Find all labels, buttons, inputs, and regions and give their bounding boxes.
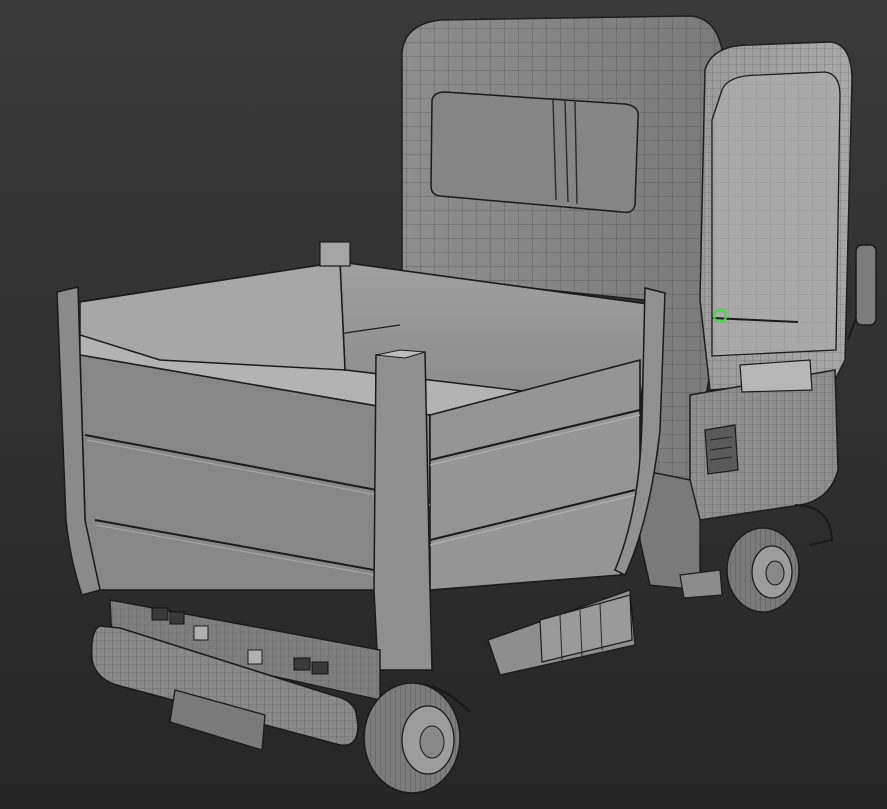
truck-render [0, 0, 887, 809]
3d-viewport[interactable] [0, 0, 887, 809]
